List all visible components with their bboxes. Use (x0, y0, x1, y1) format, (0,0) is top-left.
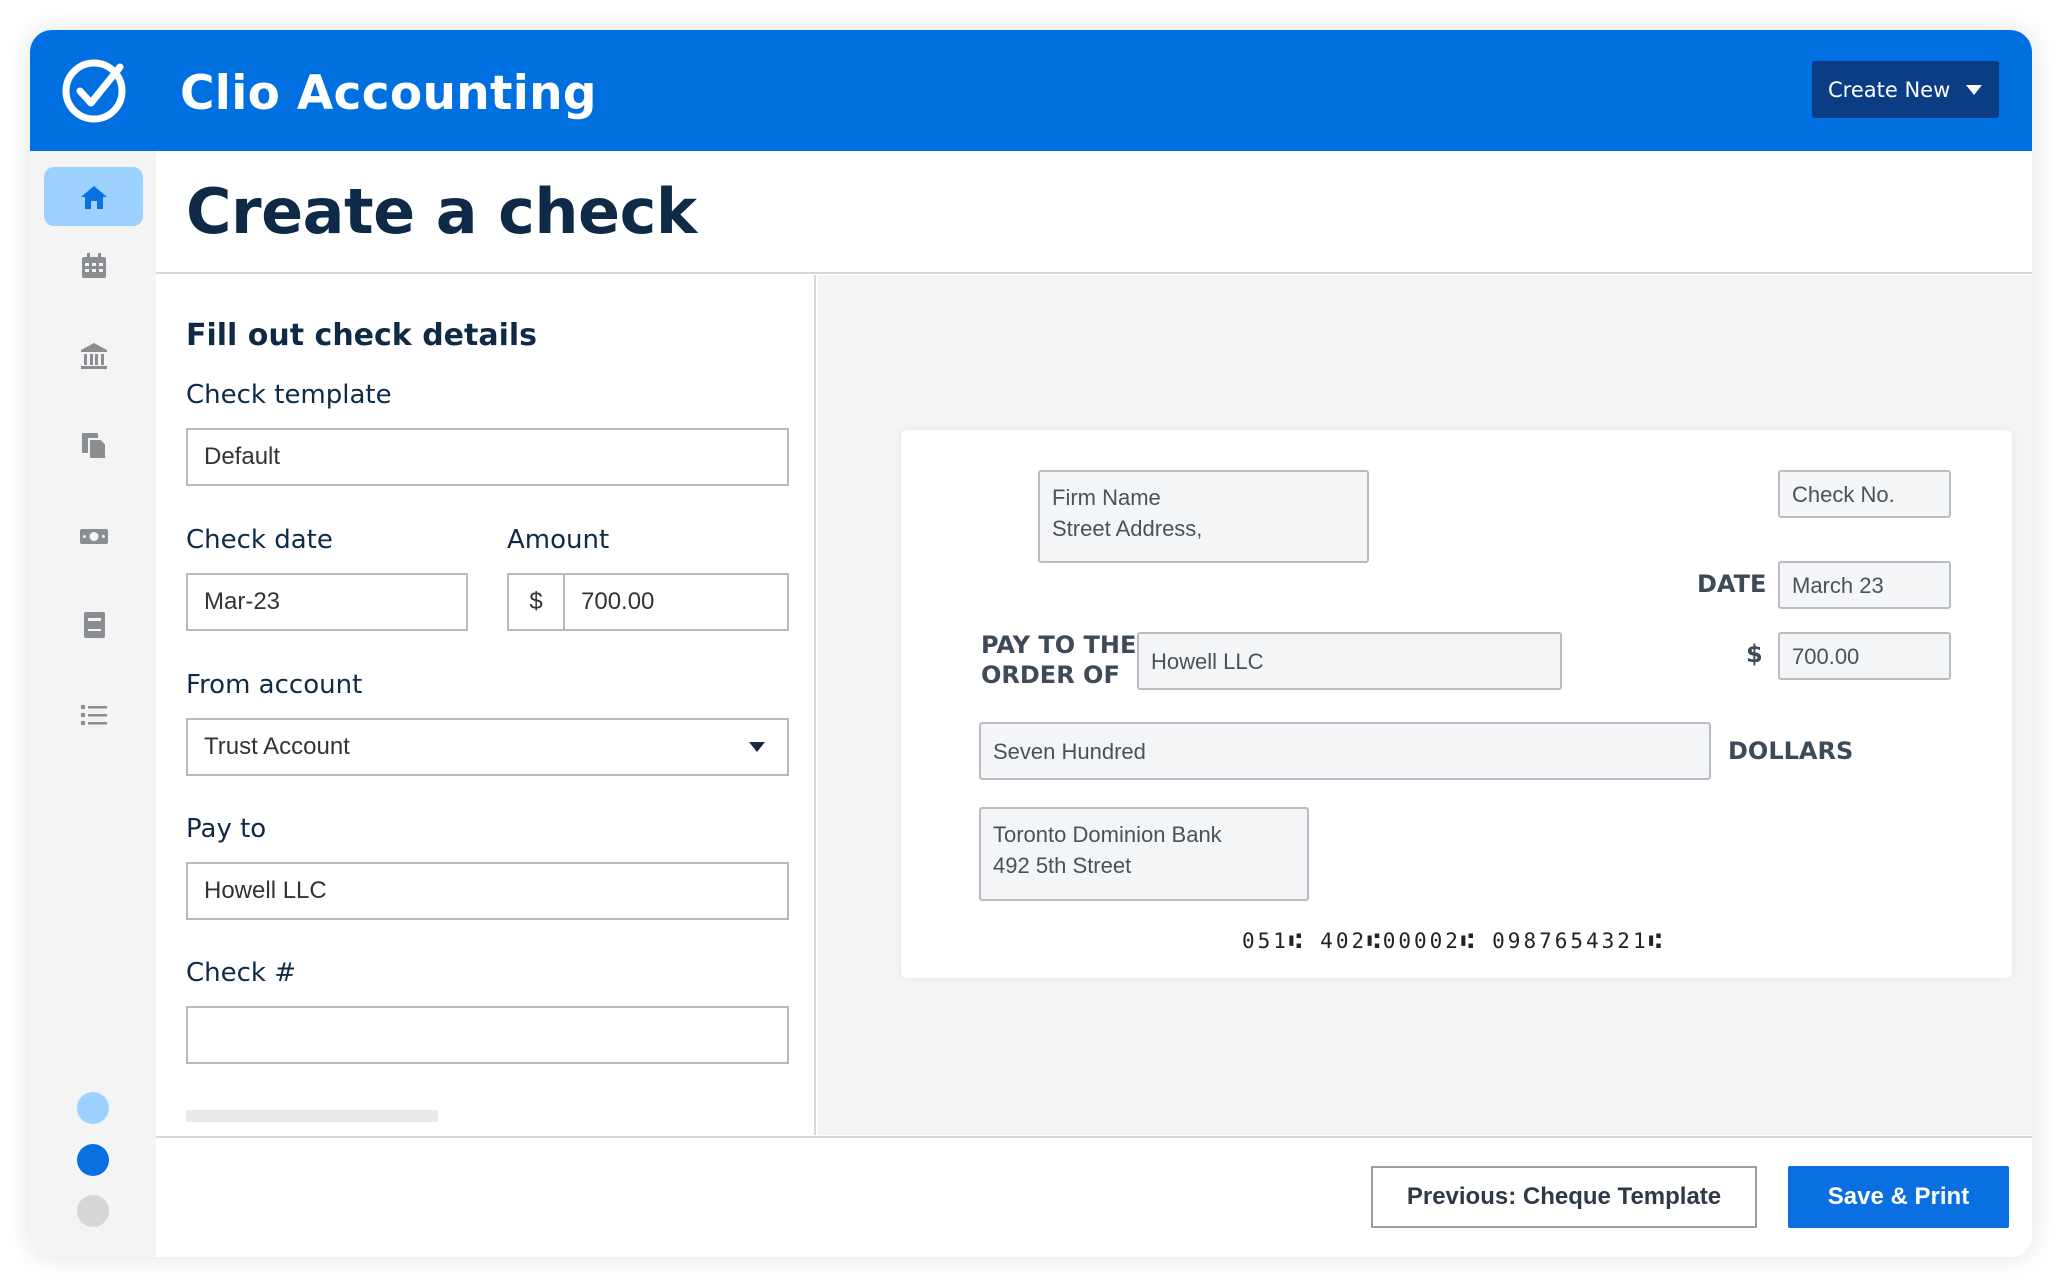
chevron-down-icon (749, 742, 765, 752)
caret-down-icon (1966, 84, 1983, 95)
check-date-box: March 23 (1778, 561, 1951, 609)
payee-text: Howell LLC (1151, 648, 1264, 674)
check-preview-panel: Firm Name Street Address, Check No. DATE… (818, 275, 2032, 1135)
amount-text: 700.00 (1792, 643, 1860, 669)
check-number-label: Check # (186, 958, 297, 988)
firm-name: Firm Name (1052, 485, 1161, 510)
bank-address: 492 5th Street (993, 853, 1132, 878)
micr-line: 051⑆ 402⑆00002⑆ 0987654321⑆ (1242, 929, 1665, 953)
sidebar (30, 151, 156, 1257)
amount-dollar-sign: $ (1746, 640, 1763, 668)
from-account-label: From account (186, 670, 363, 700)
step-dot-2[interactable] (77, 1144, 109, 1176)
amount-value: 700.00 (581, 588, 655, 615)
check-date-field[interactable]: Mar-23 (186, 573, 468, 631)
footer-bar: Previous: Cheque Template Save & Print (156, 1136, 2032, 1257)
page-title: Create a check (186, 175, 697, 248)
page-header: Create a check (156, 151, 2032, 274)
check-number-box: Check No. (1778, 470, 1951, 518)
firm-street-address: Street Address, (1052, 516, 1203, 541)
amount-words-text: Seven Hundred (993, 738, 1146, 764)
date-label: DATE (1697, 570, 1767, 598)
scroll-indicator (186, 1110, 438, 1122)
check-date-value: Mar-23 (204, 588, 281, 615)
from-account-select[interactable]: Trust Account (186, 718, 789, 776)
pay-to-order-line-1: PAY TO THE (981, 631, 1137, 659)
calendar-icon (81, 252, 106, 278)
check-number-placeholder: Check No. (1792, 481, 1895, 507)
sidebar-item-money[interactable] (44, 506, 143, 565)
create-new-button[interactable]: Create New (1812, 61, 1999, 118)
sidebar-item-home[interactable] (44, 167, 143, 226)
checkmark-logo-icon (60, 57, 128, 125)
check-template-label: Check template (186, 380, 392, 410)
documents-icon (81, 432, 107, 460)
bank-name: Toronto Dominion Bank (993, 822, 1222, 847)
bank-info-box: Toronto Dominion Bank 492 5th Street (979, 807, 1309, 901)
pay-to-field[interactable]: Howell LLC (186, 862, 789, 920)
check-number-field[interactable] (186, 1006, 789, 1064)
book-icon (83, 611, 105, 638)
check-template-value: Default (204, 443, 281, 470)
dollars-label: DOLLARS (1728, 737, 1854, 765)
sidebar-item-bank[interactable] (44, 326, 143, 385)
form-section-title: Fill out check details (186, 318, 538, 353)
app-window: Clio Accounting Create New Create a chec… (30, 30, 2032, 1257)
sidebar-item-ledger[interactable] (44, 595, 143, 654)
amount-field[interactable]: $ 700.00 (507, 573, 789, 631)
bank-icon (80, 342, 107, 369)
from-account-value: Trust Account (204, 733, 350, 760)
pay-to-label: Pay to (186, 814, 267, 844)
home-icon (80, 185, 107, 209)
sidebar-item-list[interactable] (44, 685, 143, 744)
create-new-label: Create New (1828, 77, 1951, 102)
money-icon (79, 528, 108, 544)
amount-words-box: Seven Hundred (979, 722, 1711, 780)
check-date-text: March 23 (1792, 572, 1884, 598)
firm-address-box: Firm Name Street Address, (1038, 470, 1369, 563)
previous-cheque-template-button[interactable]: Previous: Cheque Template (1371, 1166, 1757, 1228)
check-date-label: Check date (186, 525, 333, 555)
list-icon (80, 704, 107, 725)
step-dot-1[interactable] (77, 1092, 109, 1124)
pay-to-order-label: PAY TO THE ORDER OF (981, 630, 1136, 690)
step-dot-3[interactable] (77, 1195, 109, 1227)
amount-box: 700.00 (1778, 632, 1951, 680)
save-print-button[interactable]: Save & Print (1788, 1166, 2009, 1228)
payee-box: Howell LLC (1137, 632, 1562, 690)
sidebar-item-calendar[interactable] (44, 236, 143, 295)
pay-to-value: Howell LLC (204, 877, 327, 904)
amount-currency-prefix: $ (509, 575, 565, 629)
top-bar: Clio Accounting Create New (30, 30, 2032, 151)
check-template-field[interactable]: Default (186, 428, 789, 486)
pay-to-order-line-2: ORDER OF (981, 661, 1120, 689)
check-preview: Firm Name Street Address, Check No. DATE… (901, 430, 2012, 978)
sidebar-item-documents[interactable] (44, 416, 143, 475)
check-details-form: Fill out check details Check template De… (156, 275, 816, 1135)
amount-label: Amount (507, 525, 610, 555)
app-title: Clio Accounting (180, 66, 597, 121)
